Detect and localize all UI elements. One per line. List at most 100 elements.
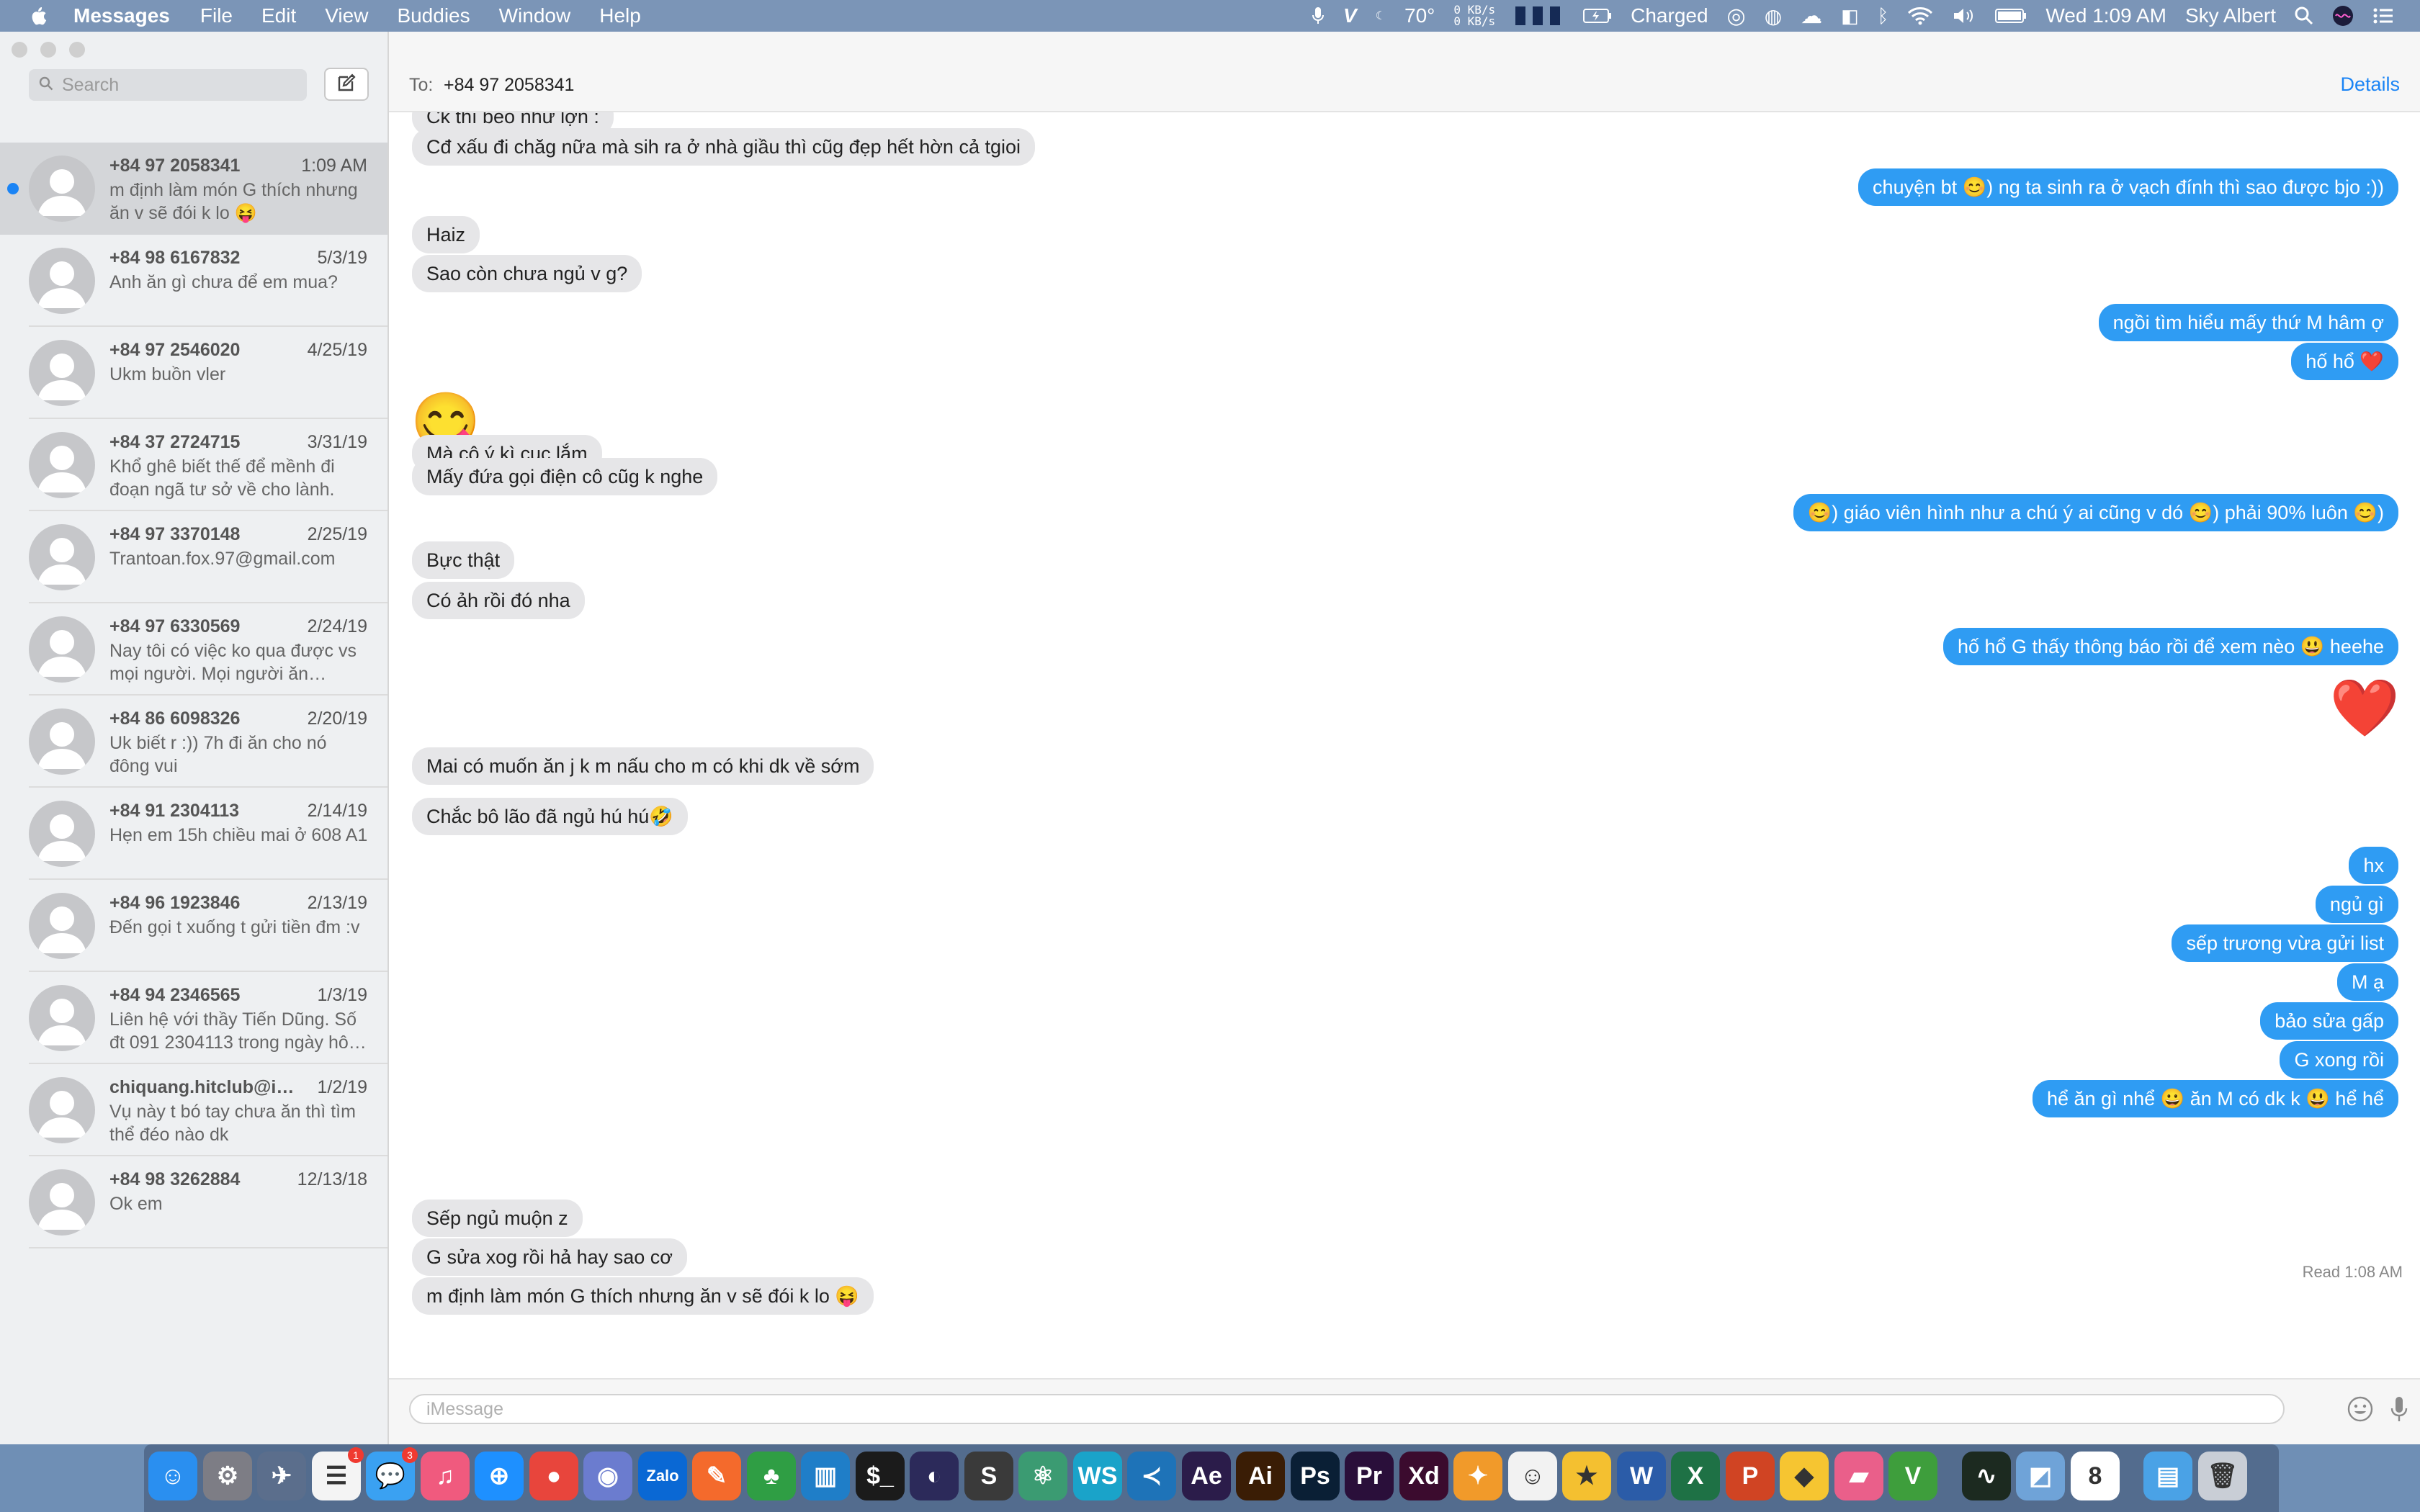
wifi-icon[interactable] xyxy=(1907,6,1933,25)
message-field[interactable] xyxy=(409,1394,2285,1424)
menu-window[interactable]: Window xyxy=(499,4,571,27)
illustrator-dock-icon[interactable]: Ai xyxy=(1236,1452,1285,1500)
launchpad-dock-icon[interactable]: ✈ xyxy=(257,1452,306,1500)
premiere-dock-icon[interactable]: Pr xyxy=(1345,1452,1394,1500)
conversation-item[interactable]: +84 98 3262884 12/13/18 Ok em xyxy=(0,1156,387,1248)
atom-dock-icon[interactable]: ⚛ xyxy=(1018,1452,1067,1500)
spotlight-search-icon[interactable] xyxy=(2295,6,2313,25)
notification-icon[interactable]: ◧ xyxy=(1841,5,1859,27)
received-message[interactable]: G sửa xog rồi hả hay sao cơ xyxy=(412,1238,687,1276)
window-minimize-button[interactable] xyxy=(40,42,56,58)
microphone-icon[interactable] xyxy=(2388,1394,2410,1424)
trello-dock-icon[interactable]: ▥ xyxy=(801,1452,850,1500)
menu-edit[interactable]: Edit xyxy=(261,4,296,27)
sent-message[interactable]: G xong rồi xyxy=(2280,1041,2398,1079)
itunes-dock-icon[interactable]: ♫ xyxy=(421,1452,470,1500)
user-name[interactable]: Sky Albert xyxy=(2185,4,2276,27)
menu-view[interactable]: View xyxy=(325,4,368,27)
siri-icon[interactable] xyxy=(2332,5,2354,27)
conversation-item[interactable]: +84 91 2304113 2/14/19 Hẹn em 15h chiều ma… xyxy=(0,788,387,880)
received-message[interactable]: Cđ xấu đi chăg nữa mà sih ra ở nhà giầu … xyxy=(412,128,1035,166)
excel-dock-icon[interactable]: X xyxy=(1671,1452,1720,1500)
battery-status[interactable]: Charged xyxy=(1631,4,1708,27)
search-field[interactable] xyxy=(29,69,307,101)
menu-buddies[interactable]: Buddies xyxy=(397,4,470,27)
apple-menu-icon[interactable] xyxy=(27,4,49,28)
window-close-button[interactable] xyxy=(12,42,27,58)
menu-file[interactable]: File xyxy=(200,4,233,27)
preview-dock-icon[interactable]: ◩ xyxy=(2016,1452,2065,1500)
volume-icon[interactable] xyxy=(1952,6,1976,25)
after-effects-dock-icon[interactable]: Ae xyxy=(1182,1452,1231,1500)
vim-dock-icon[interactable]: V xyxy=(1888,1452,1937,1500)
conversation-item[interactable]: +84 98 6167832 5/3/19 Anh ăn gì chưa để em… xyxy=(0,235,387,327)
weather-temperature[interactable]: 70° xyxy=(1404,4,1435,27)
weather-icon[interactable]: ☾ xyxy=(1376,9,1386,23)
word-dock-icon[interactable]: W xyxy=(1617,1452,1666,1500)
paw-dock-icon[interactable]: ✦ xyxy=(1453,1452,1502,1500)
conversation-item[interactable]: +84 94 2346565 1/3/19 Liên hệ với thầy Tiế… xyxy=(0,972,387,1064)
sent-emoji[interactable]: ❤️ xyxy=(2330,675,2400,740)
trash-dock-icon[interactable]: 🗑 xyxy=(2198,1452,2247,1500)
details-button[interactable]: Details xyxy=(2340,73,2400,96)
notification-center-icon[interactable] xyxy=(2372,7,2394,24)
system-preferences-dock-icon[interactable]: ⚙ xyxy=(203,1452,252,1500)
sent-message[interactable]: hể ăn gì nhể 😀 ăn M có dk k 😃 hể hể xyxy=(2032,1080,2398,1117)
conversation-item[interactable]: chiquang.hitclub@icl... 1/2/19 Vụ này t bó… xyxy=(0,1064,387,1156)
sent-message[interactable]: hx xyxy=(2349,847,2398,884)
adobe-xd-dock-icon[interactable]: Xd xyxy=(1399,1452,1448,1500)
window-zoom-button[interactable] xyxy=(69,42,85,58)
sketch-dock-icon[interactable]: ✎ xyxy=(692,1452,741,1500)
sent-message[interactable]: chuyện bt 😊) ng ta sinh ra ở vạch đính t… xyxy=(1858,168,2398,206)
eclipse-dock-icon[interactable]: ◐ xyxy=(910,1452,959,1500)
discord-dock-icon[interactable]: ◉ xyxy=(583,1452,632,1500)
sent-message[interactable]: M ạ xyxy=(2336,963,2398,1001)
bluetooth-icon[interactable]: ᛒ xyxy=(1878,5,1889,27)
received-message[interactable]: Mấy đứa gọi điện cô cũg k nghe xyxy=(412,458,718,495)
sync-icon[interactable]: ◍ xyxy=(1765,4,1782,28)
powerpoint-dock-icon[interactable]: P xyxy=(1726,1452,1775,1500)
microphone-status-icon[interactable] xyxy=(1312,6,1325,26)
cpu-meter-icon[interactable] xyxy=(1514,5,1564,27)
zalo-dock-icon[interactable]: Zalo xyxy=(638,1452,687,1500)
sent-message[interactable]: hố hổ G thấy thông báo rồi để xem nèo 😃 … xyxy=(1942,628,2398,665)
sent-message[interactable]: ngồi tìm hiểu mấy thứ M hâm ợ xyxy=(2098,304,2398,341)
creative-cloud-icon[interactable]: ◎ xyxy=(1727,4,1746,29)
received-message[interactable]: Chắc bô lão đã ngủ hú hú🤣 xyxy=(412,798,688,835)
received-message[interactable]: Sếp ngủ muộn z xyxy=(412,1200,583,1237)
network-speed[interactable]: 0 KB/s 0 KB/s xyxy=(1453,4,1495,27)
dr-cleaner-dock-icon[interactable]: ☺ xyxy=(1508,1452,1557,1500)
finder-dock-icon[interactable]: ☺ xyxy=(148,1452,197,1500)
sent-message[interactable]: hố hổ ❤️ xyxy=(2291,343,2398,380)
menu-help[interactable]: Help xyxy=(599,4,641,27)
received-message[interactable]: Mai có muốn ăn j k m nấu cho m có khi dk… xyxy=(412,747,874,785)
conversation-item[interactable]: +84 97 6330569 2/24/19 Nay tôi có việc ko … xyxy=(0,603,387,696)
conversation-item[interactable]: +84 97 3370148 2/25/19 Trantoan.fox.97@gma… xyxy=(0,511,387,603)
message-thread[interactable]: Read 1:08 AM Ck thì béo như lợn : Cđ xấu … xyxy=(389,112,2420,1380)
vs-code-dock-icon[interactable]: ≺ xyxy=(1127,1452,1176,1500)
mongodb-dock-icon[interactable]: ♣ xyxy=(747,1452,796,1500)
reeder-dock-icon[interactable]: ★ xyxy=(1562,1452,1611,1500)
sublime-text-dock-icon[interactable]: S xyxy=(964,1452,1013,1500)
received-message[interactable]: Có ảh rồi đó nha xyxy=(412,582,585,619)
sent-message[interactable]: 😊) giáo viên hình như a chú ý ai cũng v … xyxy=(1793,494,2398,531)
battery-icon[interactable] xyxy=(1583,8,1612,24)
downloads-dock-icon[interactable]: ▤ xyxy=(2143,1452,2192,1500)
cloud-icon[interactable]: ☁ xyxy=(1801,4,1822,29)
activity-monitor-dock-icon[interactable]: ∿ xyxy=(1962,1452,2011,1500)
conversation-item[interactable]: +84 96 1923846 2/13/19 Đến gọi t xuống t g… xyxy=(0,880,387,972)
received-message[interactable]: Haiz xyxy=(412,216,480,253)
webstorm-dock-icon[interactable]: WS xyxy=(1073,1452,1122,1500)
received-message[interactable]: Sao còn chưa ngủ v g? xyxy=(412,255,642,292)
folder-colorizer-dock-icon[interactable]: ▰ xyxy=(1834,1452,1883,1500)
emoji-picker-icon[interactable] xyxy=(2347,1395,2374,1423)
conversation-item[interactable]: +84 97 2546020 4/25/19 Ukm buồn vler xyxy=(0,327,387,419)
recipient-field[interactable]: +84 97 2058341 xyxy=(444,75,574,96)
sent-message[interactable]: bảo sửa gấp xyxy=(2260,1002,2398,1040)
terminal-dock-icon[interactable]: $_ xyxy=(856,1452,905,1500)
cyberduck-dock-icon[interactable]: ◆ xyxy=(1780,1452,1829,1500)
sent-message[interactable]: sếp trương vừa gửi list xyxy=(2172,924,2398,962)
chrome-dock-icon[interactable]: ● xyxy=(529,1452,578,1500)
conversation-item[interactable]: +84 37 2724715 3/31/19 Khổ ghê biết thế để… xyxy=(0,419,387,511)
search-input[interactable] xyxy=(60,73,294,96)
